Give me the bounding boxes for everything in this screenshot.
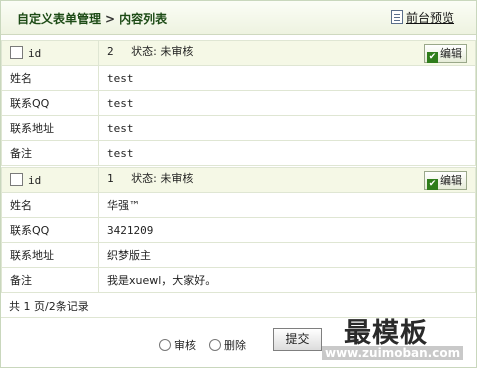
field-label: 联系地址	[1, 115, 99, 141]
field-row: 姓名 test	[1, 65, 476, 91]
record-status: 状态: 未审核	[131, 45, 194, 58]
checkmark-icon: ✔	[427, 179, 438, 190]
field-label: 联系QQ	[1, 90, 99, 116]
record-select-cell[interactable]: id	[1, 167, 99, 193]
field-value: test	[98, 90, 476, 116]
field-row: 联系地址 test	[1, 115, 476, 141]
edit-label: 编辑	[440, 174, 462, 187]
record-header-row: id 1 状态: 未审核 ✔ 编辑	[1, 167, 476, 193]
record-header-row: id 2 状态: 未审核 ✔ 编辑	[1, 40, 476, 66]
checkmark-icon: ✔	[427, 52, 438, 63]
id-label: id	[28, 47, 42, 60]
field-value: 华强™	[98, 192, 476, 218]
breadcrumb: 自定义表单管理 > 内容列表	[17, 10, 167, 27]
field-row: 联系地址 织梦版主	[1, 242, 476, 268]
field-value: 织梦版主	[98, 242, 476, 268]
field-value: 3421209	[98, 217, 476, 243]
approve-label: 审核	[174, 339, 196, 352]
record-checkbox[interactable]	[10, 173, 23, 186]
field-value: 我是xuewl，大家好。	[98, 267, 476, 293]
field-label: 姓名	[1, 65, 99, 91]
record-count: 共 1 页/2条记录	[9, 300, 89, 313]
field-label: 联系QQ	[1, 217, 99, 243]
id-label: id	[28, 174, 42, 187]
field-label: 联系地址	[1, 242, 99, 268]
record-table: id 2 状态: 未审核 ✔ 编辑 姓名 test 联系QQ test 联系地址 tes…	[1, 40, 476, 166]
field-label: 备注	[1, 140, 99, 166]
record-status-cell: 2 状态: 未审核 ✔ 编辑	[98, 40, 476, 66]
document-icon	[391, 10, 403, 24]
edit-label: 编辑	[440, 47, 462, 60]
record-status: 状态: 未审核	[131, 172, 194, 185]
field-value: test	[98, 140, 476, 166]
field-value: test	[98, 65, 476, 91]
edit-button[interactable]: ✔ 编辑	[424, 171, 467, 190]
delete-radio[interactable]: 删除	[209, 337, 246, 353]
breadcrumb-root[interactable]: 自定义表单管理	[17, 12, 101, 26]
radio-icon	[159, 339, 171, 351]
record-id: 2	[107, 45, 114, 58]
record-status-cell: 1 状态: 未审核 ✔ 编辑	[98, 167, 476, 193]
field-row: 联系QQ test	[1, 90, 476, 116]
field-label: 备注	[1, 267, 99, 293]
record-id: 1	[107, 172, 114, 185]
preview-label[interactable]: 前台预览	[406, 11, 454, 25]
field-row: 备注 我是xuewl，大家好。	[1, 267, 476, 293]
page-header: 自定义表单管理 > 内容列表 前台预览	[1, 1, 476, 35]
record-select-cell[interactable]: id	[1, 40, 99, 66]
radio-icon	[209, 339, 221, 351]
breadcrumb-current: 内容列表	[119, 12, 168, 26]
field-row: 姓名 华强™	[1, 192, 476, 218]
breadcrumb-separator: >	[105, 12, 116, 26]
delete-label: 删除	[224, 339, 246, 352]
field-label: 姓名	[1, 192, 99, 218]
frontend-preview-link[interactable]: 前台预览	[391, 9, 454, 26]
approve-radio[interactable]: 审核	[159, 337, 196, 353]
record-checkbox[interactable]	[10, 46, 23, 59]
watermark-url: www.zuimoban.com	[322, 346, 464, 360]
watermark-logo: 最模板	[344, 318, 428, 349]
edit-button[interactable]: ✔ 编辑	[424, 44, 467, 63]
submit-button[interactable]: 提交	[273, 328, 322, 351]
record-table: id 1 状态: 未审核 ✔ 编辑 姓名 华强™ 联系QQ 3421209 联系地址织…	[1, 167, 476, 293]
field-row: 备注 test	[1, 140, 476, 166]
field-value: test	[98, 115, 476, 141]
field-row: 联系QQ 3421209	[1, 217, 476, 243]
